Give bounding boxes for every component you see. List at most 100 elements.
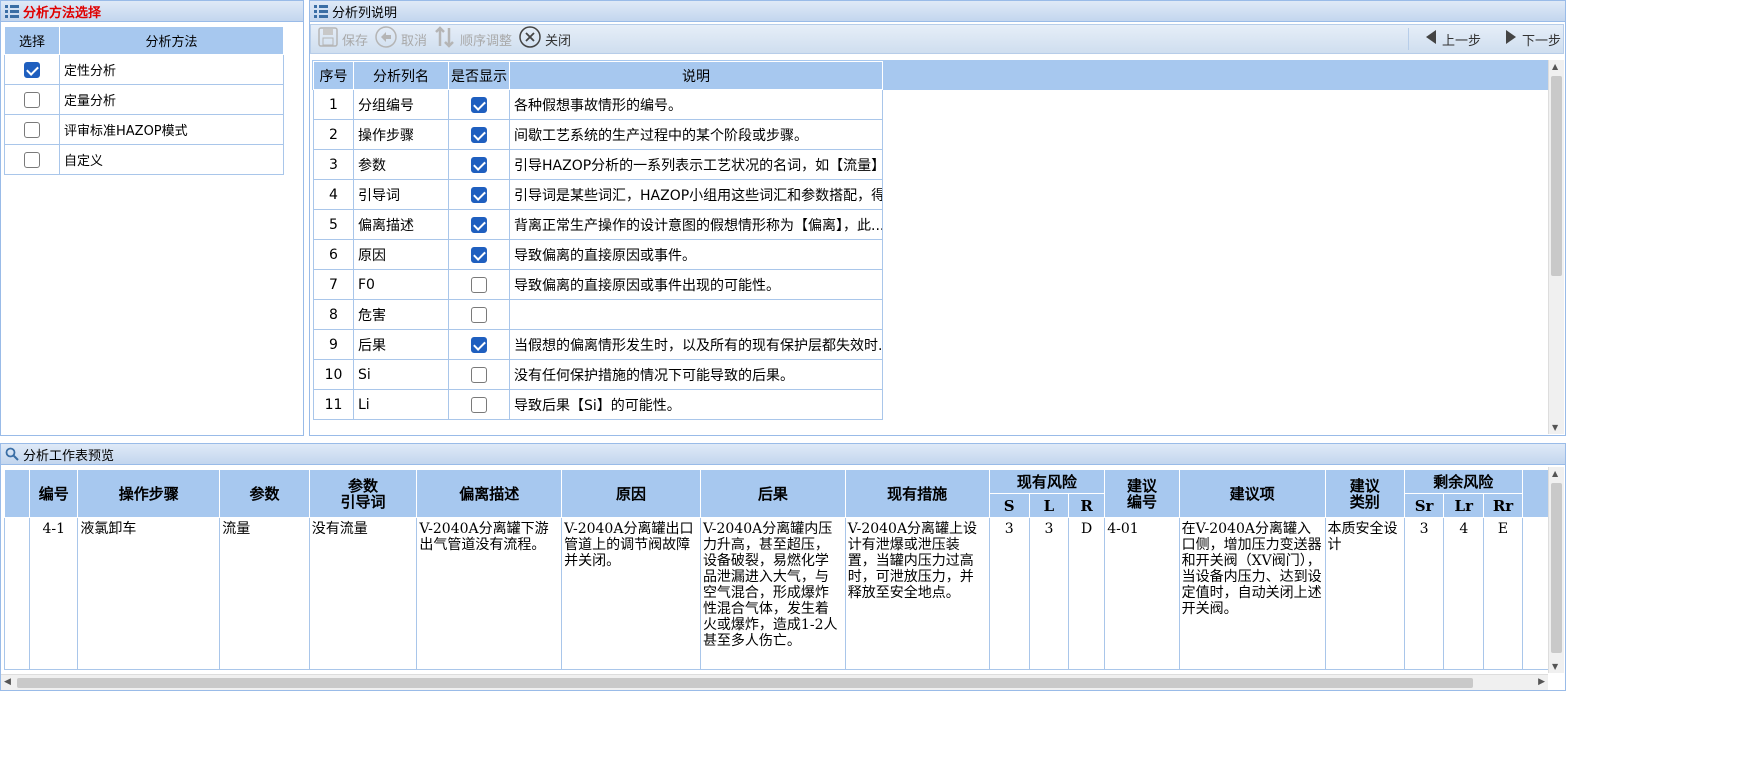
preview-horizontal-scrollbar[interactable]: ◀ ▶	[1, 674, 1548, 690]
method-table: 选择 分析方法 定性分析 定量分析 评审标准HAZOP模式 自定义	[4, 26, 284, 175]
scroll-up-icon[interactable]: ▲	[1552, 469, 1558, 478]
table-row[interactable]: 4 引导词 引导词是某些词汇，HAZOP小组用这些词汇和参数搭配，得...	[313, 179, 883, 210]
method-checkbox-cell[interactable]	[4, 54, 60, 85]
cell-cause: V-2040A分离罐出口管道上的调节阀故障并关闭。	[561, 517, 701, 670]
table-row[interactable]: 5 偏离描述 背离正常生产操作的设计意图的假想情形称为【偏离】，此...	[313, 209, 883, 240]
column-table-scrollbar[interactable]: ▲ ▼	[1548, 60, 1564, 434]
show-checkbox[interactable]	[471, 216, 487, 233]
scroll-left-icon[interactable]: ◀	[4, 677, 11, 687]
table-row[interactable]: 7 F0 导致偏离的直接原因或事件出现的可能性。	[313, 269, 883, 300]
method-row[interactable]: 定量分析	[4, 84, 284, 115]
col-show: 是否显示	[448, 61, 510, 90]
method-checkbox[interactable]	[24, 91, 40, 108]
cell-no: 3	[313, 149, 354, 180]
col-id: 编号	[29, 469, 79, 518]
method-checkbox-cell[interactable]	[4, 84, 60, 115]
table-row[interactable]: 4-1 液氯卸车 流量 没有流量 V-2040A分离罐下游出气管道没有流程。 V…	[3, 517, 1565, 670]
scroll-up-icon[interactable]: ▲	[1552, 62, 1558, 71]
cell-desc: 引导词是某些词汇，HAZOP小组用这些词汇和参数搭配，得...	[509, 179, 883, 210]
show-checkbox[interactable]	[471, 186, 487, 203]
col-rec-type: 建议 类别	[1324, 469, 1405, 518]
preview-panel-title: 分析工作表预览	[23, 448, 115, 464]
table-row[interactable]: 6 原因 导致偏离的直接原因或事件。	[313, 239, 883, 270]
table-row[interactable]: 11 Li 导致后果【Si】的可能性。	[313, 389, 883, 420]
prev-step-button[interactable]: 上一步	[1423, 28, 1481, 50]
table-row[interactable]: 8 危害	[313, 299, 883, 330]
cell-name: 危害	[353, 299, 449, 330]
close-button[interactable]: 关闭	[518, 25, 571, 53]
cell-l: 3	[1028, 517, 1070, 670]
show-checkbox[interactable]	[471, 276, 487, 293]
save-button[interactable]: 保存	[317, 26, 368, 52]
col-s: S	[988, 493, 1030, 518]
col-residual-risk: 剩余风险	[1403, 469, 1523, 494]
cell-show[interactable]	[448, 359, 510, 390]
cell-name: 分组编号	[353, 89, 449, 120]
table-row[interactable]: 10 Si 没有任何保护措施的情况下可能导致的后果。	[313, 359, 883, 390]
show-checkbox[interactable]	[471, 306, 487, 323]
row-indicator-header	[3, 469, 31, 518]
cell-sr: 3	[1403, 517, 1445, 670]
col-desc: 说明	[509, 61, 883, 90]
preview-panel-header: 分析工作表预览	[0, 443, 1566, 465]
reorder-button[interactable]: 顺序调整	[433, 25, 512, 53]
cell-lr: 4	[1443, 517, 1485, 670]
search-icon	[5, 447, 19, 461]
col-name: 分析列名	[353, 61, 449, 90]
cell-show[interactable]	[448, 149, 510, 180]
cell-no: 10	[313, 359, 354, 390]
method-checkbox-cell[interactable]	[4, 114, 60, 145]
next-arrow-icon	[1503, 28, 1519, 50]
cell-name: 操作步骤	[353, 119, 449, 150]
method-checkbox-cell[interactable]	[4, 144, 60, 175]
show-checkbox[interactable]	[471, 126, 487, 143]
cell-show[interactable]	[448, 269, 510, 300]
cell-show[interactable]	[448, 329, 510, 360]
cell-show[interactable]	[448, 239, 510, 270]
col-l: L	[1028, 493, 1070, 518]
save-icon	[317, 26, 339, 52]
cell-show[interactable]	[448, 179, 510, 210]
scroll-thumb[interactable]	[17, 678, 1473, 688]
cancel-button[interactable]: 取消	[374, 25, 427, 53]
cell-show[interactable]	[448, 299, 510, 330]
cell-show[interactable]	[448, 209, 510, 240]
method-row[interactable]: 自定义	[4, 144, 284, 175]
cell-no: 11	[313, 389, 354, 420]
scroll-right-icon[interactable]: ▶	[1538, 677, 1545, 687]
cell-show[interactable]	[448, 389, 510, 420]
method-row[interactable]: 评审标准HAZOP模式	[4, 114, 284, 145]
show-checkbox[interactable]	[471, 96, 487, 113]
prev-step-label: 上一步	[1441, 33, 1481, 49]
cell-desc: 导致偏离的直接原因或事件出现的可能性。	[509, 269, 883, 300]
table-row[interactable]: 3 参数 引导HAZOP分析的一系列表示工艺状况的名词，如【流量】...	[313, 149, 883, 180]
scroll-thumb[interactable]	[1551, 76, 1562, 276]
method-checkbox[interactable]	[24, 151, 40, 168]
next-step-button[interactable]: 下一步	[1503, 28, 1561, 50]
table-row[interactable]: 9 后果 当假想的偏离情形发生时，以及所有的现有保护层都失效时...	[313, 329, 883, 360]
cell-measure: V-2040A分离罐上设计有泄爆或泄压装置，当罐内压力过高时，可泄放压力，并释放…	[844, 517, 990, 670]
table-row[interactable]: 1 分组编号 各种假想事故情形的编号。	[313, 89, 883, 120]
close-icon	[518, 25, 542, 53]
show-checkbox[interactable]	[471, 336, 487, 353]
method-checkbox[interactable]	[24, 121, 40, 138]
col-consequence: 后果	[699, 469, 846, 518]
preview-vertical-scrollbar[interactable]: ▲ ▼	[1548, 467, 1564, 673]
show-checkbox[interactable]	[471, 246, 487, 263]
method-row[interactable]: 定性分析	[4, 54, 284, 85]
scroll-thumb[interactable]	[1551, 483, 1562, 653]
scroll-down-icon[interactable]: ▼	[1552, 423, 1558, 432]
scroll-down-icon[interactable]: ▼	[1552, 662, 1558, 671]
next-step-label: 下一步	[1521, 33, 1561, 49]
method-checkbox[interactable]	[24, 61, 40, 78]
method-label: 自定义	[59, 144, 284, 175]
method-label: 评审标准HAZOP模式	[59, 114, 284, 145]
cell-show[interactable]	[448, 119, 510, 150]
show-checkbox[interactable]	[471, 366, 487, 383]
cell-name: 原因	[353, 239, 449, 270]
show-checkbox[interactable]	[471, 156, 487, 173]
cell-show[interactable]	[448, 89, 510, 120]
show-checkbox[interactable]	[471, 396, 487, 413]
rec-no-line2: 编号	[1126, 492, 1157, 511]
table-row[interactable]: 2 操作步骤 间歇工艺系统的生产过程中的某个阶段或步骤。	[313, 119, 883, 150]
